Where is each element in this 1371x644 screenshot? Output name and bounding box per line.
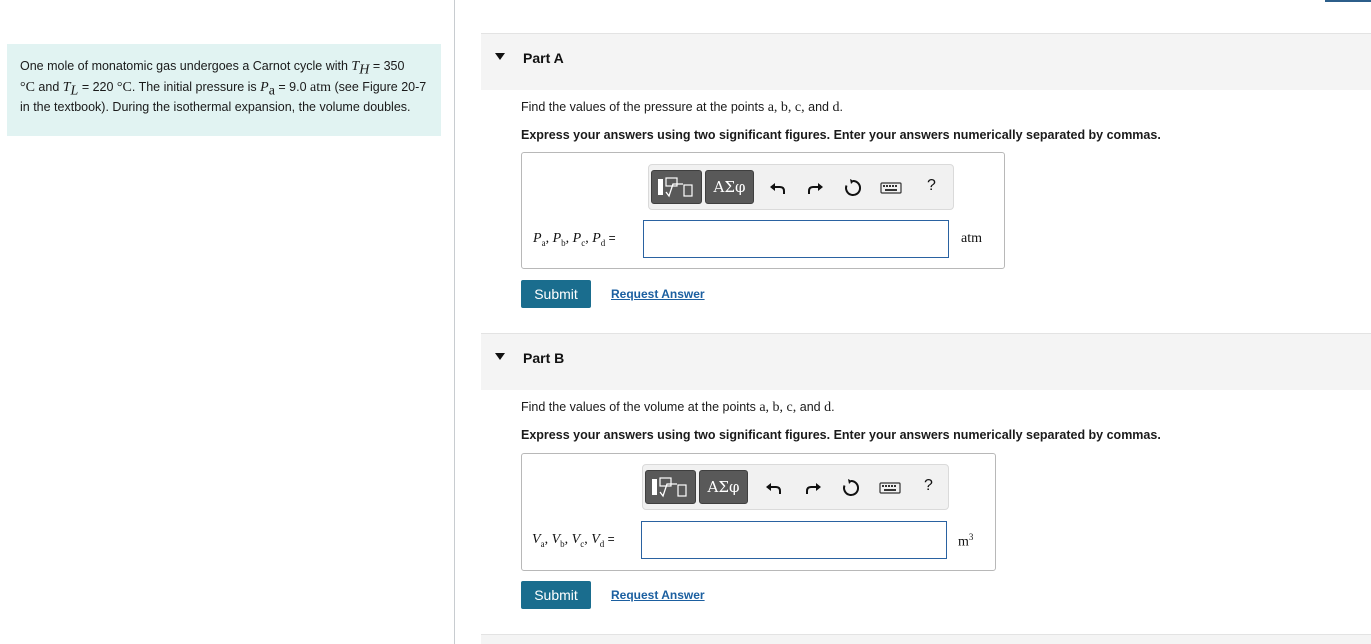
greek-letters-icon[interactable]: ΑΣφ xyxy=(705,170,754,204)
question-text: a, b, c, xyxy=(759,400,800,415)
part-b-header[interactable]: Part B xyxy=(481,333,1371,390)
part-a-request-answer-link[interactable]: Request Answer xyxy=(611,287,705,301)
problem-text: One mole of monatomic gas undergoes a Ca… xyxy=(20,59,352,73)
label-var: P xyxy=(572,231,582,246)
label-var: V xyxy=(551,532,561,547)
problem-text: = 220 xyxy=(78,79,117,94)
part-b-instructions: Express your answers using two significa… xyxy=(521,428,1161,442)
part-b-input-label: Va, Vb, Vc, Vd = xyxy=(532,532,615,549)
question-text: and xyxy=(808,100,833,114)
next-part-header-edge xyxy=(481,634,1371,644)
problem-text: P xyxy=(260,79,269,95)
problem-text: T xyxy=(62,79,71,95)
part-a-answer-box: ΑΣφ ? Pa, Pb, Pc, Pd = atm xyxy=(521,152,1005,269)
keyboard-icon[interactable] xyxy=(880,177,902,199)
label-eq: = xyxy=(605,231,616,245)
part-a-unit: atm xyxy=(961,231,982,246)
math-toolbar: ΑΣφ ? xyxy=(648,164,954,210)
label-var: P xyxy=(552,231,562,246)
label-sub: a xyxy=(540,538,545,549)
problem-text: = 350 xyxy=(369,59,405,73)
problem-text: . The initial pressure is xyxy=(131,79,261,94)
label-eq: = xyxy=(604,532,615,546)
problem-panel: One mole of monatomic gas undergoes a Ca… xyxy=(0,0,455,644)
greek-label: ΑΣφ xyxy=(707,478,740,496)
label-sub: b xyxy=(561,237,566,248)
redo-icon[interactable] xyxy=(802,477,824,499)
part-a-instructions: Express your answers using two significa… xyxy=(521,128,1161,142)
question-text: and xyxy=(799,400,825,414)
redo-icon[interactable] xyxy=(804,177,826,199)
problem-text: atm xyxy=(310,79,332,95)
problem-text: °C xyxy=(20,79,35,95)
part-b-request-answer-link[interactable]: Request Answer xyxy=(611,588,705,602)
part-b-submit-button[interactable]: Submit xyxy=(521,581,591,609)
label-sub: c xyxy=(581,237,586,248)
part-b-question: Find the values of the volume at the poi… xyxy=(521,400,835,416)
problem-text: and xyxy=(34,79,63,94)
unit-exponent: 3 xyxy=(968,532,974,542)
label-var: V xyxy=(532,532,541,547)
help-icon[interactable]: ? xyxy=(927,177,936,195)
problem-text: H xyxy=(359,62,370,78)
templates-icon[interactable] xyxy=(651,170,702,204)
label-var: P xyxy=(533,231,542,246)
question-text: Find the values of the pressure at the p… xyxy=(521,100,768,114)
question-text: . xyxy=(839,100,843,114)
greek-label: ΑΣφ xyxy=(713,178,746,196)
question-text: Find the values of the volume at the poi… xyxy=(521,400,760,414)
part-a-question: Find the values of the pressure at the p… xyxy=(521,100,843,116)
undo-icon[interactable] xyxy=(763,477,785,499)
undo-icon[interactable] xyxy=(767,177,789,199)
part-a-answer-input[interactable] xyxy=(643,220,949,258)
collapse-triangle-icon[interactable] xyxy=(495,53,505,60)
keyboard-icon[interactable] xyxy=(879,477,901,499)
label-sub: a xyxy=(541,237,546,248)
problem-text: °C xyxy=(116,79,132,95)
question-text: a, b, c, xyxy=(767,100,809,115)
help-icon[interactable]: ? xyxy=(924,477,933,495)
unit-base: m xyxy=(958,534,969,550)
part-b-title: Part B xyxy=(523,350,565,366)
part-b-answer-input[interactable] xyxy=(641,521,947,559)
part-a-submit-button[interactable]: Submit xyxy=(521,280,591,308)
label-var: P xyxy=(592,231,601,246)
part-a-input-label: Pa, Pb, Pc, Pd = xyxy=(533,231,616,248)
templates-icon[interactable] xyxy=(645,470,696,504)
part-b-unit: m3 xyxy=(958,532,973,551)
math-toolbar: ΑΣφ ? xyxy=(642,464,949,510)
question-text: . xyxy=(831,400,835,414)
part-a-title: Part A xyxy=(523,50,564,66)
top-accent-line xyxy=(1325,0,1371,2)
problem-statement: One mole of monatomic gas undergoes a Ca… xyxy=(7,44,441,136)
problem-text: = 9.0 xyxy=(274,79,311,94)
label-var: V xyxy=(591,532,600,547)
label-sub: c xyxy=(580,538,585,549)
greek-letters-icon[interactable]: ΑΣφ xyxy=(699,470,748,504)
label-sub: b xyxy=(560,538,565,549)
label-var: V xyxy=(571,532,581,547)
reset-icon[interactable] xyxy=(840,477,862,499)
reset-icon[interactable] xyxy=(842,177,864,199)
collapse-triangle-icon[interactable] xyxy=(495,353,505,360)
part-a-header[interactable]: Part A xyxy=(481,33,1371,90)
part-b-answer-box: ΑΣφ ? Va, Vb, Vc, Vd = m3 xyxy=(521,453,996,571)
